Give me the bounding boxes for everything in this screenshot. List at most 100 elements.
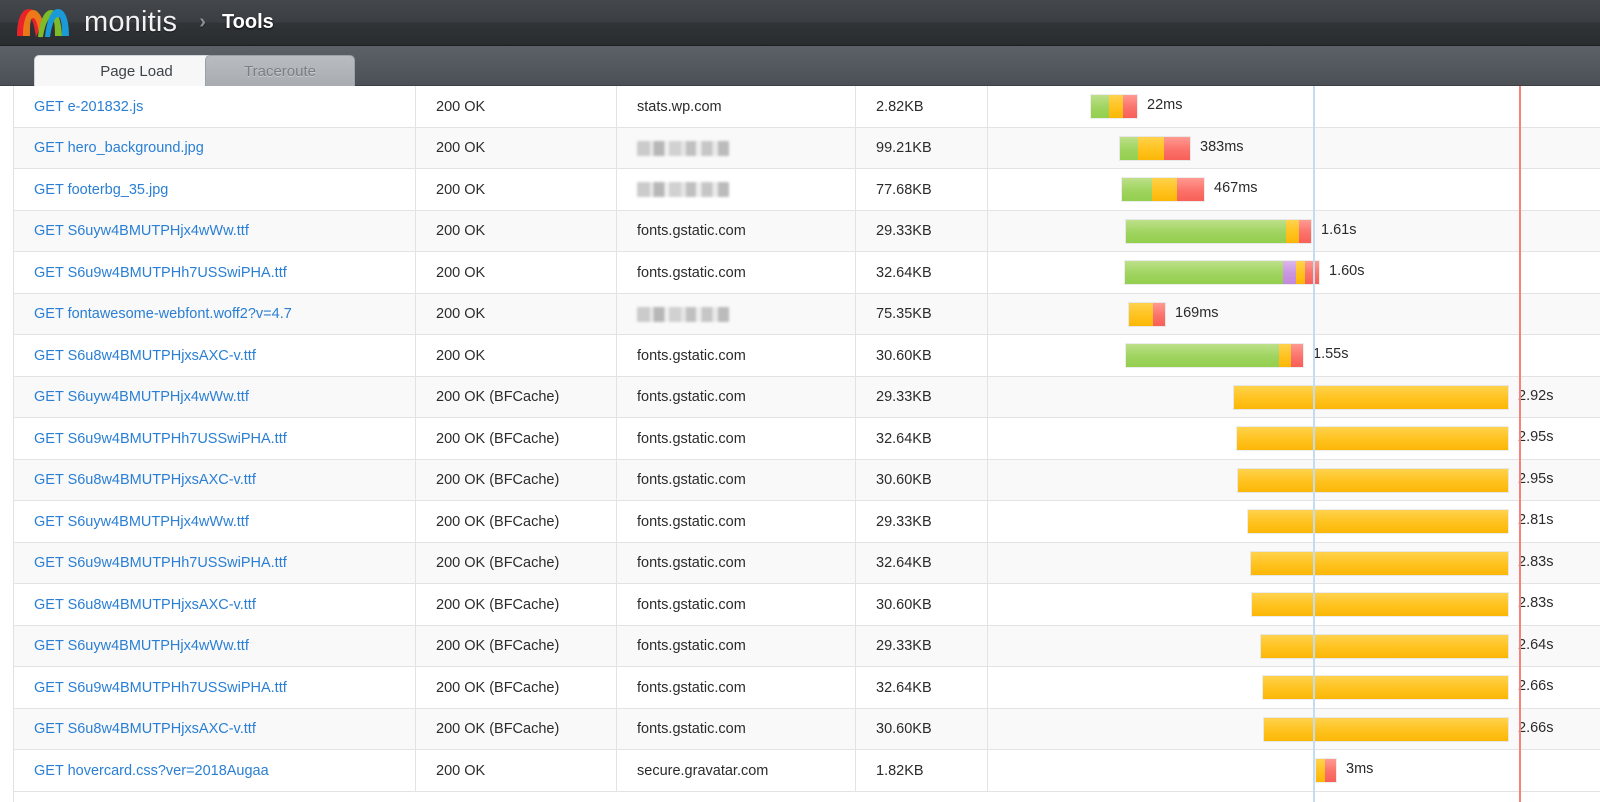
request-link[interactable]: GET S6u8w4BMUTPHjxsAXC-v.ttf xyxy=(34,472,256,488)
duration-label: 2.81s xyxy=(1518,512,1554,528)
status-cell: 200 OK (BFCache) xyxy=(415,625,616,667)
duration-label: 2.66s xyxy=(1518,719,1554,736)
waterfall-segment-orange xyxy=(1138,136,1164,160)
table-row[interactable]: GET S6u9w4BMUTPHh7USSwiPHA.ttf 200 OK (BF… xyxy=(14,667,1600,709)
table-row[interactable]: GET S6u9w4BMUTPHh7USSwiPHA.ttf 200 OK (BF… xyxy=(14,418,1600,460)
duration-label: 169ms xyxy=(1175,304,1219,321)
size-cell: 32.64KB xyxy=(855,667,987,708)
waterfall-bar[interactable] xyxy=(1090,94,1138,119)
waterfall-segment-orange xyxy=(1264,717,1508,741)
waterfall-bar[interactable] xyxy=(1237,467,1509,493)
request-link[interactable]: GET S6u9w4BMUTPHh7USSwiPHA.ttf xyxy=(34,555,287,571)
waterfall-track: 2.64s xyxy=(988,626,1600,667)
table-row[interactable]: GET footerbg_35.jpg 200 OK 77.68KB 467ms xyxy=(14,169,1600,211)
request-cell: GET S6u8w4BMUTPHjxsAXC-v.ttf xyxy=(14,584,414,625)
duration-label: 2.83s xyxy=(1518,553,1554,570)
waterfall-segment-orange xyxy=(1152,178,1177,201)
waterfall-track: 467ms xyxy=(988,169,1600,210)
table-row[interactable]: GET S6uyw4BMUTPHjx4wWw.ttf 200 OK (BFCach… xyxy=(14,376,1600,418)
request-link[interactable]: GET S6u8w4BMUTPHjxsAXC-v.ttf xyxy=(34,597,256,613)
request-cell: GET e-201832.js xyxy=(14,86,414,127)
table-row[interactable]: GET e-201832.js 200 OK stats.wp.com 2.82KB 2… xyxy=(14,86,1600,128)
waterfall-bar[interactable] xyxy=(1263,716,1509,742)
request-cell: GET S6u9w4BMUTPHh7USSwiPHA.ttf xyxy=(14,252,414,293)
request-link[interactable]: GET S6uyw4BMUTPHjx4wWw.ttf xyxy=(34,223,249,239)
waterfall-segment-orange xyxy=(1316,759,1325,782)
table-row[interactable]: GET S6uyw4BMUTPHjx4wWw.ttf 200 OK fonts.gs… xyxy=(14,210,1600,252)
waterfall-segment-orange xyxy=(1286,219,1299,243)
waterfall-segment-orange xyxy=(1296,261,1305,284)
waterfall-bar[interactable] xyxy=(1119,135,1191,161)
request-link[interactable]: GET S6u9w4BMUTPHh7USSwiPHA.ttf xyxy=(34,265,287,281)
waterfall-bar[interactable] xyxy=(1236,426,1509,451)
request-cell: GET S6uyw4BMUTPHjx4wWw.ttf xyxy=(14,626,414,667)
waterfall-bar[interactable] xyxy=(1125,343,1304,368)
domain-cell: secure.gravatar.com xyxy=(616,750,855,791)
table-row[interactable]: GET S6u9w4BMUTPHh7USSwiPHA.ttf 200 OK (BF… xyxy=(14,542,1600,584)
request-link[interactable]: GET fontawesome-webfont.woff2?v=4.7 xyxy=(34,306,292,322)
table-row[interactable]: GET S6u8w4BMUTPHjxsAXC-v.ttf 200 OK (BFCa… xyxy=(14,459,1600,501)
waterfall-track: 2.95s xyxy=(988,418,1600,459)
request-link[interactable]: GET S6uyw4BMUTPHjx4wWw.ttf xyxy=(34,514,249,530)
request-link[interactable]: GET footerbg_35.jpg xyxy=(34,182,168,198)
waterfall-bar[interactable] xyxy=(1125,218,1312,244)
waterfall-track: 3ms xyxy=(988,750,1600,791)
request-link[interactable]: GET S6u8w4BMUTPHjxsAXC-v.ttf xyxy=(34,721,256,737)
waterfall-bar[interactable] xyxy=(1128,301,1166,327)
size-cell: 32.64KB xyxy=(855,542,987,584)
request-link[interactable]: GET S6u8w4BMUTPHjxsAXC-v.ttf xyxy=(34,348,256,364)
waterfall-bar[interactable] xyxy=(1251,592,1509,617)
waterfall-bar[interactable] xyxy=(1262,675,1509,700)
duration-label: 467ms xyxy=(1214,180,1258,196)
duration-label: 1.60s xyxy=(1329,263,1365,279)
waterfall-track: 2.81s xyxy=(988,501,1600,542)
duration-label: 1.55s xyxy=(1313,346,1349,362)
domain-cell: fonts.gstatic.com xyxy=(616,542,855,584)
request-link[interactable]: GET hovercard.css?ver=2018Augaa xyxy=(34,763,269,779)
status-cell: 200 OK (BFCache) xyxy=(415,459,616,501)
request-link[interactable]: GET S6u9w4BMUTPHh7USSwiPHA.ttf xyxy=(34,431,287,447)
waterfall-cell: 2.81s xyxy=(987,501,1600,542)
waterfall-bar[interactable] xyxy=(1260,633,1509,659)
waterfall-cell: 2.83s xyxy=(987,584,1600,625)
duration-label: 383ms xyxy=(1200,138,1244,155)
duration-label: 2.95s xyxy=(1518,470,1554,487)
waterfall-cell: 169ms xyxy=(987,293,1600,335)
waterfall-segment-red xyxy=(1177,178,1204,201)
status-cell: 200 OK xyxy=(415,169,616,210)
request-link[interactable]: GET S6uyw4BMUTPHjx4wWw.ttf xyxy=(34,638,249,654)
tab-traceroute[interactable]: Traceroute xyxy=(205,55,355,86)
status-cell: 200 OK (BFCache) xyxy=(415,708,616,750)
table-row[interactable]: GET S6u8w4BMUTPHjxsAXC-v.ttf 200 OK (BFCa… xyxy=(14,584,1600,626)
waterfall-segment-green xyxy=(1126,219,1286,243)
waterfall-bar[interactable] xyxy=(1121,177,1205,202)
table-row[interactable]: GET fontawesome-webfont.woff2?v=4.7 200 O… xyxy=(14,293,1600,335)
request-cell: GET S6u8w4BMUTPHjxsAXC-v.ttf xyxy=(14,460,414,501)
request-link[interactable]: GET hero_background.jpg xyxy=(34,140,204,156)
waterfall-segment-red xyxy=(1295,344,1303,367)
status-cell: 200 OK (BFCache) xyxy=(415,376,616,418)
table-row[interactable]: GET S6u8w4BMUTPHjxsAXC-v.ttf 200 OK fonts.… xyxy=(14,335,1600,377)
request-link[interactable]: GET e-201832.js xyxy=(34,99,143,115)
waterfall-bar[interactable] xyxy=(1250,550,1509,576)
on-load-marker-line xyxy=(1519,86,1521,802)
size-cell: 30.60KB xyxy=(855,584,987,625)
status-cell: 200 OK xyxy=(415,335,616,376)
waterfall-bar[interactable] xyxy=(1247,509,1509,534)
waterfall-bar[interactable] xyxy=(1233,384,1509,410)
table-row[interactable]: GET hovercard.css?ver=2018Augaa 200 OK sec… xyxy=(14,750,1600,792)
table-row[interactable]: GET hero_background.jpg 200 OK 99.21KB 383m… xyxy=(14,127,1600,169)
table-row[interactable]: GET S6uyw4BMUTPHjx4wWw.ttf 200 OK (BFCach… xyxy=(14,625,1600,667)
table-row[interactable]: GET S6uyw4BMUTPHjx4wWw.ttf 200 OK (BFCach… xyxy=(14,501,1600,543)
table-row[interactable]: GET S6u8w4BMUTPHjxsAXC-v.ttf 200 OK (BFCa… xyxy=(14,708,1600,750)
waterfall-bar[interactable] xyxy=(1124,260,1320,285)
waterfall-track: 2.95s xyxy=(988,460,1600,501)
brand-logo[interactable]: monitis xyxy=(14,6,177,40)
waterfall-cell: 1.60s xyxy=(987,252,1600,293)
request-link[interactable]: GET S6uyw4BMUTPHjx4wWw.ttf xyxy=(34,389,249,405)
waterfall-bar[interactable] xyxy=(1315,758,1337,783)
request-link[interactable]: GET S6u9w4BMUTPHh7USSwiPHA.ttf xyxy=(34,680,287,696)
table-row[interactable]: GET S6u9w4BMUTPHh7USSwiPHA.ttf 200 OK font… xyxy=(14,252,1600,294)
size-cell: 32.64KB xyxy=(855,418,987,459)
app-header: monitis › Tools xyxy=(0,0,1600,46)
